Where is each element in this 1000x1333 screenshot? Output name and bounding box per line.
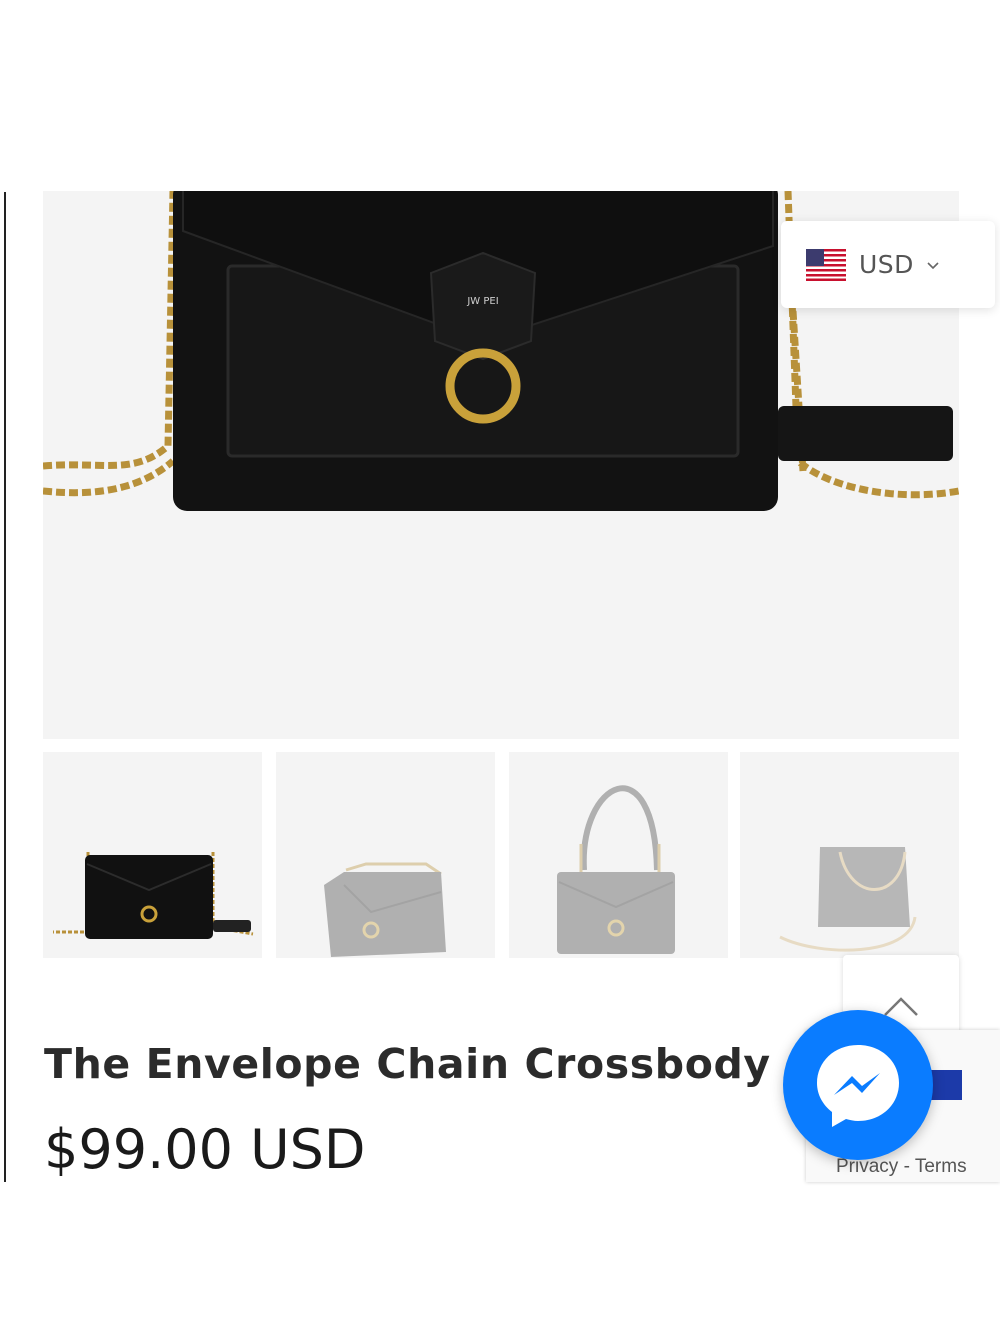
brand-logo-text: JW PEI	[466, 296, 498, 307]
terms-link[interactable]: Terms	[915, 1156, 967, 1177]
product-price: $99.00 USD	[44, 1118, 366, 1181]
left-edge-rule	[4, 192, 6, 1182]
currency-code: USD	[859, 250, 914, 279]
links-separator: -	[903, 1156, 910, 1177]
chevron-down-icon	[927, 261, 939, 269]
thumbnail-strip	[43, 752, 959, 958]
currency-selector[interactable]: USD	[781, 221, 995, 308]
thumbnail-3[interactable]	[509, 752, 728, 958]
messenger-chat-button[interactable]	[783, 1010, 933, 1160]
us-flag-icon	[806, 248, 846, 281]
product-title: The Envelope Chain Crossbody -	[44, 1040, 804, 1088]
thumbnail-4[interactable]	[740, 752, 959, 958]
thumbnail-1[interactable]	[43, 752, 262, 958]
thumbnail-2[interactable]	[276, 752, 495, 958]
messenger-icon	[817, 1045, 899, 1127]
